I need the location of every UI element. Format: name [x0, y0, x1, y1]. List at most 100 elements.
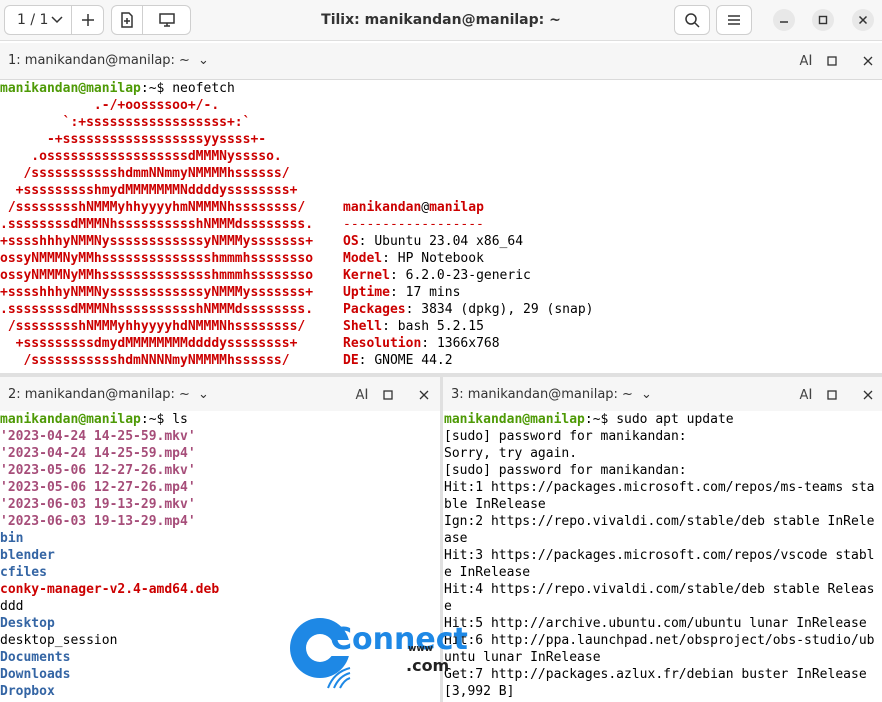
info-colon: :	[389, 268, 406, 283]
close-button[interactable]	[852, 9, 874, 31]
watermark-www: www	[408, 644, 433, 654]
output-line: e	[444, 599, 452, 614]
info-value: bash 5.2.15	[397, 319, 484, 334]
logo-line: /sssssssshNMMMyhhyyyyhdNMMMNhssssssss/	[0, 319, 306, 334]
terminal-1-titlebar: 1: manikandan@manilap: ~ ⌄ AI	[0, 43, 882, 80]
ls-entry: ddd	[0, 599, 24, 614]
prompt-path: :~$	[140, 81, 173, 96]
maximize-terminal-icon[interactable]	[822, 51, 842, 71]
ls-entry: blender	[0, 548, 55, 563]
ls-entry: Dropbox	[0, 684, 55, 699]
close-terminal-icon[interactable]	[858, 385, 878, 405]
terminal-2-titlebar: 2: manikandan@manilap: ~ ⌄ AI	[0, 377, 440, 414]
info-colon: :	[382, 251, 398, 266]
minimize-button[interactable]	[773, 9, 795, 31]
close-terminal-icon[interactable]	[414, 385, 434, 405]
info-colon: :	[358, 234, 375, 249]
info-value: GNOME 44.2	[374, 353, 453, 368]
session-label: 1 / 1	[17, 12, 49, 28]
info-row: Kernel: 6.2.0-23-generic	[343, 267, 593, 284]
output-line: ble InRelease	[444, 497, 546, 512]
info-key: Shell	[343, 319, 383, 334]
search-icon	[685, 13, 700, 28]
prompt-user: manikandan@manilap	[444, 412, 585, 427]
menu-button[interactable]	[716, 5, 752, 35]
output-line: ase	[444, 531, 468, 546]
info-row: OS: Ubuntu 23.04 x86_64	[343, 233, 593, 250]
output-line: Sorry, try again.	[444, 446, 578, 461]
maximize-button[interactable]	[812, 9, 834, 31]
terminal-1[interactable]: manikandan@manilap:~$ neofetch .-/+oosss…	[0, 80, 882, 373]
terminal-1-title-button[interactable]: 1: manikandan@manilap: ~ ⌄	[8, 43, 209, 79]
ls-output: '2023-04-24 14-25-59.mkv' '2023-04-24 14-…	[0, 428, 219, 700]
close-icon	[858, 15, 868, 25]
ls-entry: Desktop	[0, 616, 55, 631]
info-colon: :	[421, 336, 437, 351]
logo-line: +sssshhhyNMMNyssssssssssssyNMMMysssssss+	[0, 234, 314, 249]
prompt-user: manikandan@manilap	[0, 412, 141, 427]
terminal-3[interactable]: manikandan@manilap:~$ sudo apt update [s…	[443, 411, 882, 702]
info-key: Uptime	[343, 285, 390, 300]
monitor-icon	[158, 13, 175, 27]
chevron-down-icon	[51, 16, 63, 24]
close-terminal-icon[interactable]	[858, 51, 878, 71]
logo-line: /ssssssssssshdmNNNNmyNMMMMhssssss/	[0, 353, 290, 368]
ls-entry: '2023-05-06 12-27-26.mkv'	[0, 463, 196, 478]
read-only-icon[interactable]: AI	[796, 385, 816, 405]
prompt-path: :~$	[584, 412, 617, 427]
info-separator: ------------------	[343, 217, 484, 232]
info-colon: :	[389, 285, 406, 300]
prompt-user: manikandan@manilap	[0, 81, 141, 96]
watermark-word: Connect	[330, 622, 468, 657]
info-user: manikandan	[343, 200, 422, 215]
output-line: [sudo] password for manikandan:	[444, 429, 687, 444]
ls-entry: '2023-05-06 12-27-26.mp4'	[0, 480, 196, 495]
ls-entry: '2023-06-03 19-13-29.mkv'	[0, 497, 196, 512]
info-row: Shell: bash 5.2.15	[343, 318, 593, 335]
session-switcher[interactable]: 1 / 1	[4, 5, 72, 35]
info-value: HP Notebook	[397, 251, 484, 266]
logo-line: .-/+oossssoo+/-.	[0, 98, 220, 113]
maximize-icon	[818, 15, 828, 25]
output-line: [sudo] password for manikandan:	[444, 463, 687, 478]
terminal-2-title-button[interactable]: 2: manikandan@manilap: ~ ⌄	[8, 377, 209, 413]
sync-input-button[interactable]	[143, 5, 191, 35]
output-line: Hit:6 http://ppa.launchpad.net/obsprojec…	[444, 633, 875, 648]
add-terminal-button[interactable]	[111, 5, 143, 35]
ls-entry: bin	[0, 531, 24, 546]
logo-line: ossyNMMMNyMMhsssssssssssssshmmmhssssssso	[0, 251, 314, 266]
logo-line: .ssssssssdMMMNhsssssssssshNMMMdssssssss.	[0, 302, 314, 317]
logo-line: /ssssssssssshdmmNNmmyNMMMMhssssss/	[0, 166, 290, 181]
command-text: neofetch	[172, 81, 235, 96]
info-row: Model: HP Notebook	[343, 250, 593, 267]
logo-line: ossyNMMMNyMMhsssssssssssssshmmmhssssssso	[0, 268, 314, 283]
terminal-1-title: 1: manikandan@manilap: ~	[8, 53, 190, 68]
search-button[interactable]	[674, 5, 710, 35]
info-value: 1366x768	[436, 336, 500, 351]
ls-entry: '2023-04-24 14-25-59.mkv'	[0, 429, 196, 444]
logo-line: -+ssssssssssssssssssyyssss+-	[0, 132, 267, 147]
hamburger-icon	[728, 15, 740, 25]
output-line: e InRelease	[444, 565, 531, 580]
info-host: manilap	[429, 200, 484, 215]
maximize-terminal-icon[interactable]	[378, 385, 398, 405]
info-colon: :	[382, 319, 398, 334]
info-colon: :	[358, 353, 375, 368]
ls-entry: '2023-04-24 14-25-59.mp4'	[0, 446, 196, 461]
command-text: ls	[172, 412, 188, 427]
info-value: 3834 (dpkg), 29 (snap)	[421, 302, 594, 317]
read-only-icon[interactable]: AI	[796, 51, 816, 71]
logo-line: .ssssssssdMMMNhsssssssssshNMMMdssssssss.	[0, 217, 314, 232]
maximize-terminal-icon[interactable]	[822, 385, 842, 405]
add-terminal-icon	[121, 12, 133, 28]
info-at: @	[421, 200, 430, 215]
read-only-icon[interactable]: AI	[352, 385, 372, 405]
info-value: Ubuntu 23.04 x86_64	[374, 234, 524, 249]
command-text: sudo apt update	[616, 412, 734, 427]
info-key: Kernel	[343, 268, 390, 283]
info-value: 6.2.0-23-generic	[405, 268, 531, 283]
info-key: Model	[343, 251, 383, 266]
add-session-button[interactable]	[72, 5, 104, 35]
terminal-3-title-button[interactable]: 3: manikandan@manilap: ~ ⌄	[451, 377, 652, 413]
ls-entry: Documents	[0, 650, 71, 665]
